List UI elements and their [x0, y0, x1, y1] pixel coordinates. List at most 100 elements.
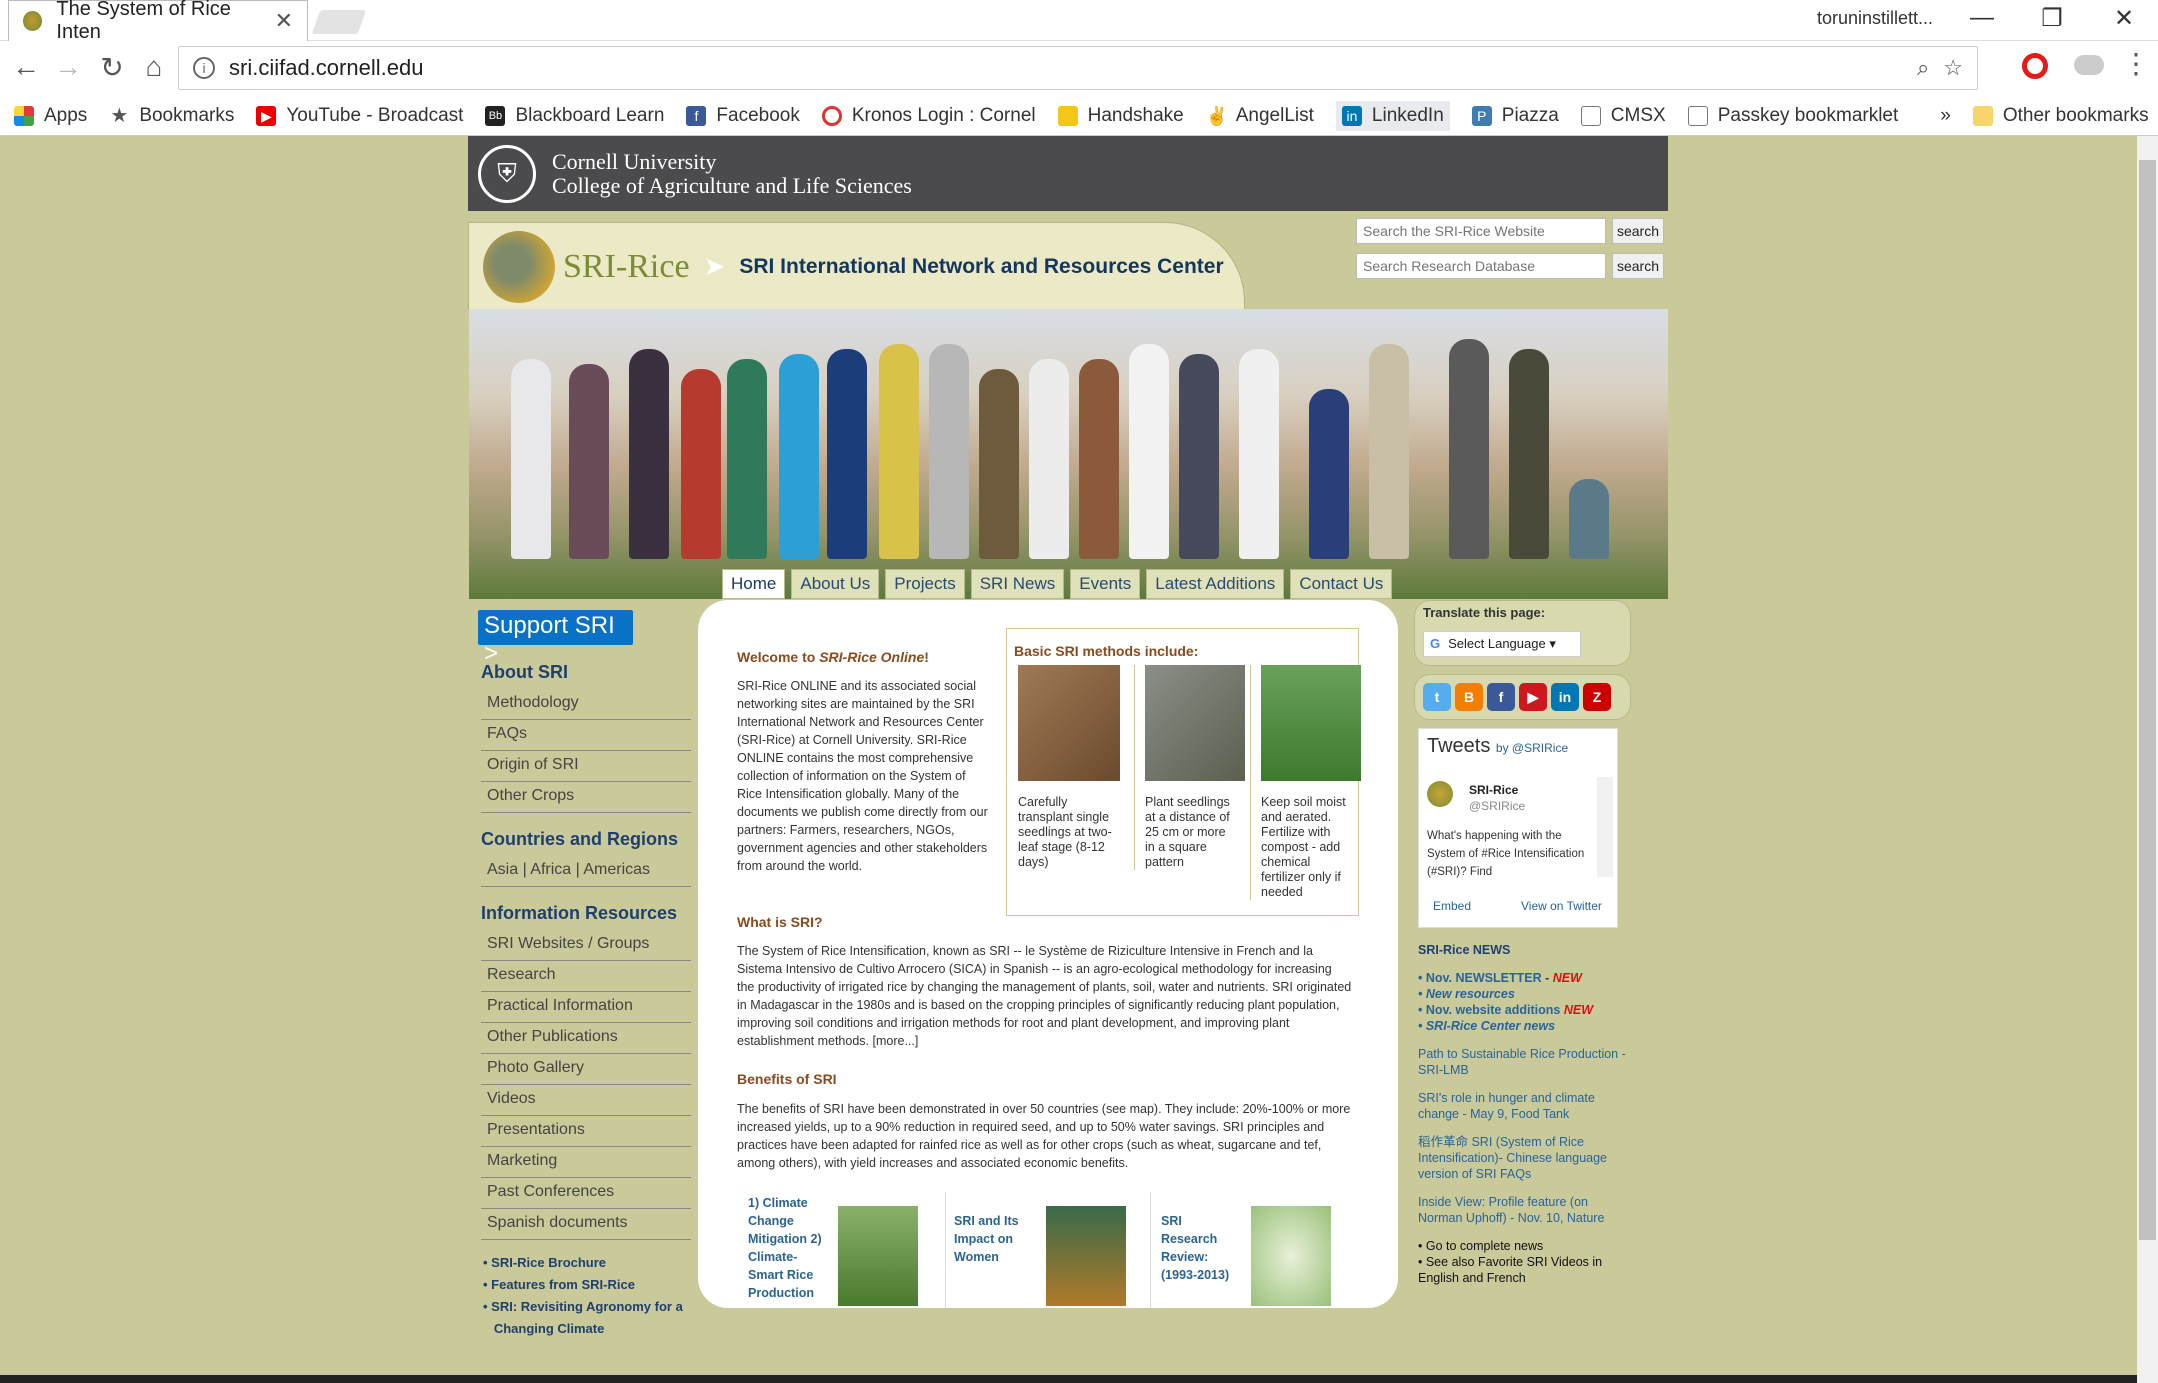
address-bar[interactable]: i sri.ciifad.cornell.edu ⌕ ☆ [178, 46, 1978, 90]
reload-icon[interactable]: ↻ [92, 51, 132, 84]
bookmark-other[interactable]: Other bookmarks [1972, 105, 2149, 127]
sidebar-item-spanish[interactable]: Spanish documents [481, 1209, 691, 1240]
bookmark-piazza[interactable]: P Piazza [1471, 105, 1559, 127]
bookmark-passkey[interactable]: Passkey bookmarklet [1687, 105, 1898, 127]
back-icon[interactable]: ← [6, 51, 46, 83]
research-diagram-icon [1251, 1206, 1331, 1306]
facebook-icon[interactable]: f [1487, 683, 1515, 711]
bookmark-facebook[interactable]: f Facebook [686, 105, 800, 127]
method-3: Keep soil moist and aerated. Fertilize w… [1250, 665, 1361, 900]
restore-icon[interactable]: ❐ [2032, 4, 2072, 33]
bookmark-youtube[interactable]: ▶ YouTube - Broadcast [256, 105, 463, 127]
menu-projects[interactable]: Projects [885, 569, 965, 599]
menu-latest-additions[interactable]: Latest Additions [1146, 569, 1285, 599]
climate-photo [838, 1206, 918, 1306]
research-db-search-button[interactable]: search [1612, 253, 1664, 279]
news-item-inside-view[interactable]: Inside View: Profile feature (on Norman … [1418, 1194, 1628, 1226]
site-search-input[interactable] [1356, 218, 1606, 244]
news-resources[interactable]: • New resources [1418, 986, 1628, 1002]
bookmark-blackboard[interactable]: Bb Blackboard Learn [485, 105, 664, 127]
sidebar-item-publications[interactable]: Other Publications [481, 1023, 691, 1054]
tweet-author[interactable]: SRI-Rice [1469, 783, 1518, 797]
person-figure [1129, 344, 1169, 559]
about-sri-heading[interactable]: About SRI [481, 662, 711, 683]
bullet-revisiting[interactable]: • SRI: Revisiting Agronomy for a Changin… [483, 1296, 711, 1340]
news-center[interactable]: • SRI-Rice Center news [1418, 1018, 1628, 1034]
sidebar-item-videos[interactable]: Videos [481, 1085, 691, 1116]
forward-icon[interactable]: → [48, 51, 88, 83]
youtube-icon[interactable]: ▶ [1519, 683, 1547, 711]
menu-contact-us[interactable]: Contact Us [1290, 569, 1393, 599]
sidebar-item-practical[interactable]: Practical Information [481, 992, 691, 1023]
blogger-icon[interactable]: B [1455, 683, 1483, 711]
twitter-icon[interactable]: t [1423, 683, 1451, 711]
site-info-icon[interactable]: i [193, 57, 215, 79]
site-search-button[interactable]: search [1612, 218, 1664, 244]
view-on-twitter-link[interactable]: View on Twitter [1521, 899, 1602, 913]
menu-sri-news[interactable]: SRI News [970, 569, 1065, 599]
new-tab-button[interactable] [311, 10, 367, 34]
scribd-icon[interactable]: Z [1583, 683, 1611, 711]
news-goto-complete[interactable]: • Go to complete news [1418, 1238, 1628, 1254]
sri-rice-logo[interactable]: SRI-Rice [563, 248, 690, 286]
bookmarks-overflow-icon[interactable]: » [1940, 105, 1951, 127]
bookmark-linkedin[interactable]: in LinkedIn [1335, 100, 1450, 131]
news-item-hunger[interactable]: SRI's role in hunger and climate change … [1418, 1090, 1628, 1122]
info-resources-heading[interactable]: Information Resources [481, 903, 711, 924]
opera-icon[interactable] [2022, 53, 2048, 79]
tweets-by[interactable]: by @SRIRice [1496, 741, 1568, 755]
person-figure [681, 369, 721, 559]
countries-heading[interactable]: Countries and Regions [481, 829, 711, 850]
sidebar-item-methodology[interactable]: Methodology [481, 689, 691, 720]
sri-globe-logo-icon[interactable] [483, 230, 555, 303]
research-db-search-input[interactable] [1356, 253, 1606, 279]
support-sri-button[interactable]: Support SRI > [478, 610, 633, 667]
sidebar-item-faqs[interactable]: FAQs [481, 720, 691, 751]
minimize-icon[interactable]: — [1962, 4, 2002, 32]
language-select[interactable]: G Select Language ▾ [1423, 631, 1581, 657]
news-item-chinese[interactable]: 稻作革命 SRI (System of Rice Intensification… [1418, 1134, 1628, 1182]
news-item-path[interactable]: Path to Sustainable Rice Production - SR… [1418, 1046, 1628, 1078]
sidebar-item-photo-gallery[interactable]: Photo Gallery [481, 1054, 691, 1085]
zoom-icon[interactable]: ⌕ [1917, 55, 1929, 81]
profile-name[interactable]: toruninstillett... [1817, 8, 1933, 29]
bookmark-cmsx[interactable]: CMSX [1580, 105, 1666, 127]
bookmark-kronos[interactable]: Kronos Login : Cornel [821, 105, 1036, 127]
sidebar-item-regions[interactable]: Asia | Africa | Americas [481, 856, 691, 887]
browser-tab[interactable]: The System of Rice Inten ✕ [8, 0, 308, 43]
card-women[interactable]: SRI and Its Impact on Women [945, 1192, 1145, 1308]
star-icon[interactable]: ☆ [1943, 55, 1963, 81]
bookmark-apps[interactable]: Apps [14, 105, 87, 127]
menu-events[interactable]: Events [1070, 569, 1141, 599]
sidebar-item-other-crops[interactable]: Other Crops [481, 782, 691, 813]
bookmark-bookmarks[interactable]: ★ Bookmarks [109, 105, 234, 127]
sidebar-item-marketing[interactable]: Marketing [481, 1147, 691, 1178]
menu-home[interactable]: Home [722, 569, 786, 599]
menu-about-us[interactable]: About Us [791, 569, 880, 599]
news-additions[interactable]: • Nov. website additions NEW [1418, 1002, 1628, 1018]
tweet-scrollbar[interactable] [1597, 777, 1613, 877]
sidebar-item-origin[interactable]: Origin of SRI [481, 751, 691, 782]
sidebar-item-research[interactable]: Research [481, 961, 691, 992]
page-icon [1687, 105, 1708, 126]
sidebar-item-websites[interactable]: SRI Websites / Groups [481, 930, 691, 961]
card-climate[interactable]: 1) Climate Change Mitigation 2) Climate-… [740, 1192, 940, 1308]
sidebar-item-presentations[interactable]: Presentations [481, 1116, 691, 1147]
embed-link[interactable]: Embed [1433, 899, 1471, 913]
home-icon[interactable]: ⌂ [134, 51, 174, 83]
tweet-handle[interactable]: @SRIRice [1469, 799, 1525, 813]
linkedin-icon[interactable]: in [1551, 683, 1579, 711]
card-research-review[interactable]: SRI Research Review: (1993-2013) [1150, 1192, 1350, 1308]
news-newsletter[interactable]: • Nov. NEWSLETTER - NEW [1418, 970, 1628, 986]
close-window-icon[interactable]: ✕ [2104, 4, 2144, 33]
extension-icon[interactable] [2074, 55, 2104, 75]
tab-close-icon[interactable]: ✕ [275, 8, 293, 34]
bullet-brochure[interactable]: • SRI-Rice Brochure [483, 1252, 711, 1274]
menu-icon[interactable]: ⋮ [2116, 47, 2156, 80]
bookmark-angellist[interactable]: ✌ AngelList [1206, 105, 1314, 127]
scrollbar-thumb[interactable] [2139, 160, 2156, 1240]
bookmark-handshake[interactable]: Handshake [1057, 105, 1184, 127]
sidebar-item-conferences[interactable]: Past Conferences [481, 1178, 691, 1209]
bullet-features[interactable]: • Features from SRI-Rice [483, 1274, 711, 1296]
news-see-also-videos[interactable]: • See also Favorite SRI Videos in Englis… [1418, 1254, 1628, 1286]
